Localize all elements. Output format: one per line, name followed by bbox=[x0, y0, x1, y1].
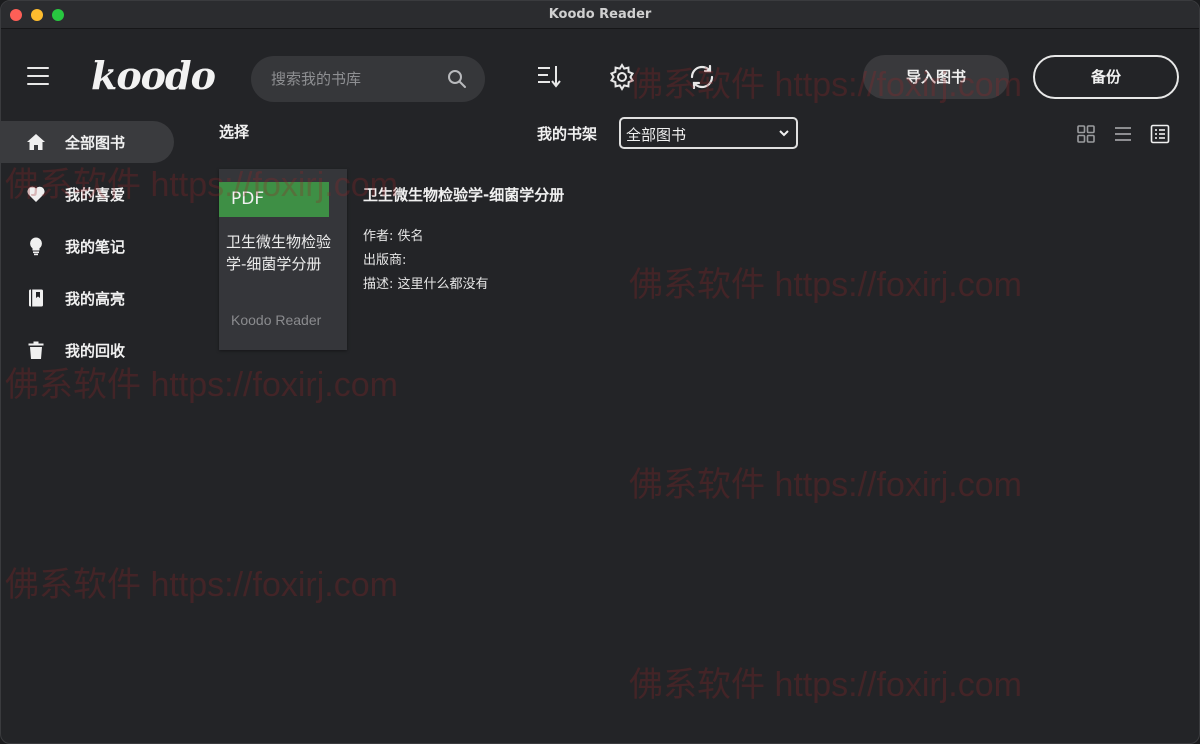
window-title: Koodo Reader bbox=[548, 7, 652, 22]
sidebar-item-favorites[interactable]: 我的喜爱 bbox=[1, 173, 181, 215]
book-description: 描述: 这里什么都没有 bbox=[363, 277, 489, 292]
sidebar-item-all-books[interactable]: 全部图书 bbox=[1, 121, 174, 163]
book-cover[interactable]: PDF 卫生微生物检验学-细菌学分册 Koodo Reader bbox=[219, 169, 347, 350]
book-cover-title: 卫生微生物检验学-细菌学分册 bbox=[226, 233, 332, 273]
search-input[interactable] bbox=[271, 68, 441, 90]
import-books-button[interactable]: 导入图书 bbox=[863, 55, 1009, 99]
watermark: 佛系软件 https://foxirj.com bbox=[629, 466, 1022, 504]
select-mode-button[interactable]: 选择 bbox=[219, 121, 249, 142]
sort-icon[interactable] bbox=[536, 63, 562, 89]
chevron-down-icon bbox=[779, 130, 789, 137]
watermark: 佛系软件 https://foxirj.com bbox=[629, 666, 1022, 704]
sidebar-item-notes[interactable]: 我的笔记 bbox=[1, 225, 181, 267]
sidebar: 全部图书 我的喜爱 我的笔记 我的高亮 我的回收 bbox=[1, 121, 181, 381]
app-window: Koodo Reader koodo 导入图书 备份 bbox=[0, 0, 1200, 744]
book-cover-brand: Koodo Reader bbox=[231, 312, 322, 328]
lightbulb-icon bbox=[30, 237, 42, 256]
trash-icon bbox=[28, 341, 44, 359]
book-format-badge: PDF bbox=[219, 182, 329, 217]
heart-icon bbox=[27, 186, 45, 202]
shelf-label: 我的书架 bbox=[537, 125, 598, 143]
book-info: 卫生微生物检验学-细菌学分册 作者: 佚名 出版商: 描述: 这里什么都没有 bbox=[363, 184, 963, 297]
gear-icon[interactable] bbox=[608, 63, 636, 91]
highlight-book-icon bbox=[29, 289, 43, 307]
shelf-dropdown[interactable]: 全部图书 bbox=[619, 117, 798, 149]
sidebar-item-label: 我的回收 bbox=[65, 342, 126, 360]
book-publisher: 出版商: bbox=[363, 253, 407, 268]
watermark: 佛系软件 https://foxirj.com bbox=[5, 566, 398, 604]
menu-icon[interactable] bbox=[27, 67, 49, 87]
sidebar-item-label: 全部图书 bbox=[65, 134, 126, 152]
search-bar[interactable] bbox=[251, 56, 485, 102]
backup-button[interactable]: 备份 bbox=[1033, 55, 1179, 99]
search-icon[interactable] bbox=[447, 69, 467, 89]
grid-view-icon[interactable] bbox=[1076, 124, 1096, 144]
sidebar-item-highlights[interactable]: 我的高亮 bbox=[1, 277, 181, 319]
sidebar-item-trash[interactable]: 我的回收 bbox=[1, 329, 181, 371]
home-icon bbox=[27, 134, 45, 150]
detail-view-icon[interactable] bbox=[1150, 124, 1170, 144]
book-title[interactable]: 卫生微生物检验学-细菌学分册 bbox=[363, 184, 963, 205]
title-bar: Koodo Reader bbox=[1, 1, 1199, 29]
sync-icon[interactable] bbox=[688, 63, 716, 91]
sidebar-item-label: 我的高亮 bbox=[65, 290, 126, 308]
shelf-dropdown-value: 全部图书 bbox=[626, 126, 687, 144]
sidebar-item-label: 我的喜爱 bbox=[65, 186, 126, 204]
app-logo: koodo bbox=[91, 53, 216, 98]
sidebar-item-label: 我的笔记 bbox=[65, 238, 126, 256]
list-view-icon[interactable] bbox=[1113, 124, 1133, 144]
book-author: 作者: 佚名 bbox=[363, 229, 424, 244]
